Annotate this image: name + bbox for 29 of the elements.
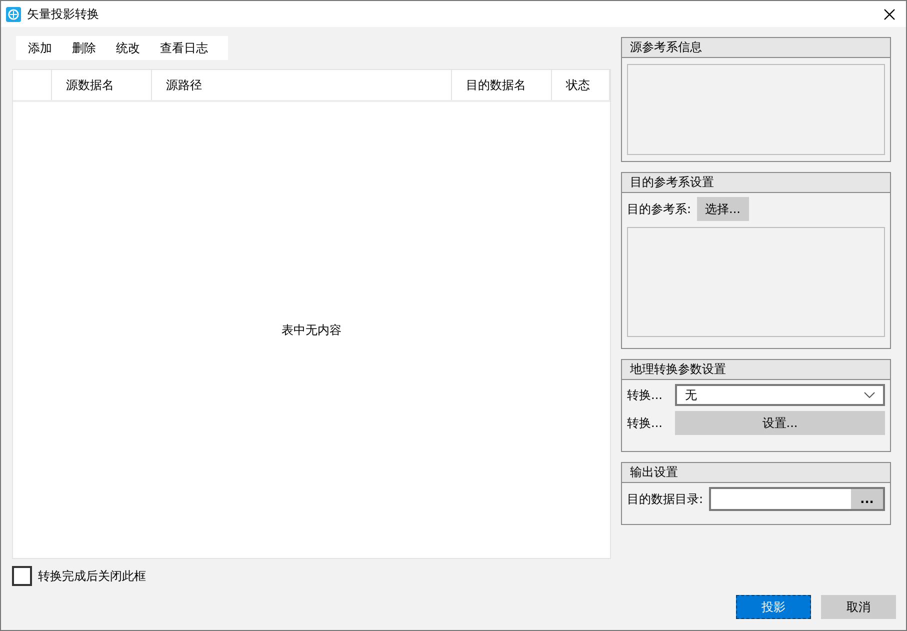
column-header[interactable]: 状态: [552, 70, 610, 100]
checkbox-label: 转换完成后关闭此框: [38, 568, 146, 584]
empty-message: 表中无内容: [282, 322, 342, 338]
window-title: 矢量投影转换: [27, 6, 100, 22]
field-label: 转换...: [627, 414, 664, 432]
field-label: 目的参考系:: [627, 200, 692, 218]
checkbox[interactable]: [12, 566, 32, 586]
field-label: 目的数据目录:: [627, 490, 704, 508]
browse-button[interactable]: ...: [851, 489, 883, 509]
toolbar-button[interactable]: 添加: [22, 36, 58, 60]
toolbar-button[interactable]: 删除: [66, 36, 102, 60]
chevron-down-icon: [864, 392, 875, 398]
column-header[interactable]: 源路径: [152, 70, 452, 100]
toolbar-button[interactable]: 查看日志: [154, 36, 214, 60]
field-label: 转换...: [627, 386, 664, 404]
group-title: 源参考系信息: [622, 38, 890, 58]
project-button[interactable]: 投影: [736, 595, 811, 619]
settings-button[interactable]: 设置...: [675, 411, 885, 435]
column-header[interactable]: 源数据名: [52, 70, 152, 100]
app-logo-icon: [6, 6, 21, 22]
group-title: 输出设置: [622, 463, 890, 483]
column-header[interactable]: 目的数据名: [452, 70, 552, 100]
method-dropdown[interactable]: 无: [675, 384, 885, 406]
group-title: 地理转换参数设置: [622, 360, 890, 380]
select-button[interactable]: 选择...: [697, 197, 748, 221]
toolbar-button[interactable]: 统改: [110, 36, 146, 60]
cancel-button[interactable]: 取消: [821, 595, 896, 619]
group-title: 目的参考系设置: [622, 173, 890, 193]
directory-field[interactable]: ...: [709, 487, 885, 511]
